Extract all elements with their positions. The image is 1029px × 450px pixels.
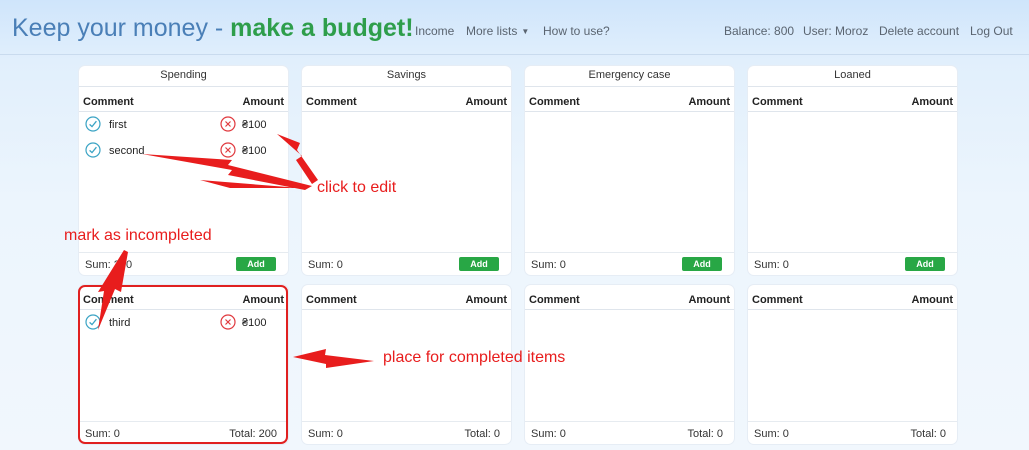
annotation-arrows — [98, 134, 374, 368]
arrow-to-amount — [277, 134, 318, 184]
annotation-mark-incompleted: mark as incompleted — [64, 227, 212, 244]
arrow-to-check — [98, 250, 128, 330]
annotation-click-to-edit: click to edit — [317, 179, 397, 196]
annotation-completed-place: place for completed items — [383, 349, 566, 366]
arrow-to-box — [293, 349, 374, 368]
